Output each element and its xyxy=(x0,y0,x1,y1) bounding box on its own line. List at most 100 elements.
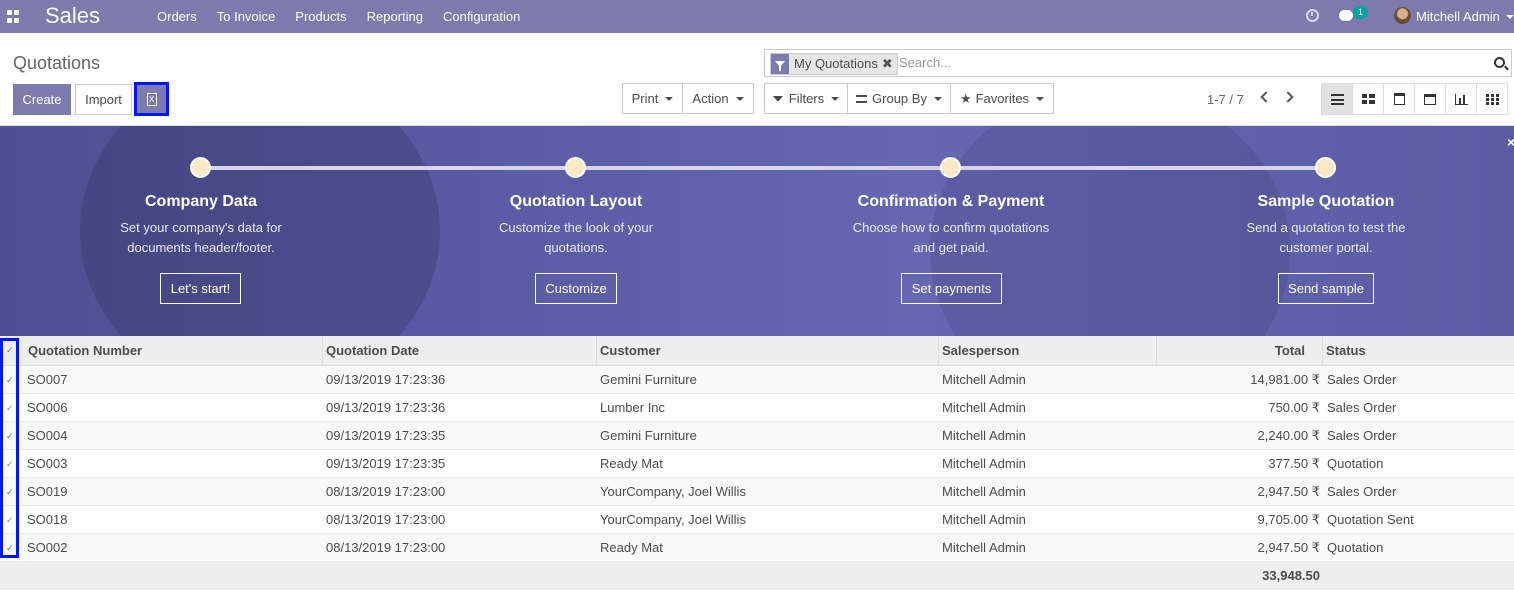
menu-item-products[interactable]: Products xyxy=(295,9,346,24)
step-dot xyxy=(565,157,586,178)
search-facet: My Quotations ✖ xyxy=(770,53,898,75)
cell-quotation-number: SO006 xyxy=(27,400,68,415)
app-brand[interactable]: Sales xyxy=(45,3,100,29)
cell-customer: Lumber Inc xyxy=(600,400,666,415)
cell-total: 2,947.50 ₹ xyxy=(1257,484,1321,499)
menu-item-to-invoice[interactable]: To Invoice xyxy=(217,9,276,24)
cell-total: 2,947.50 ₹ xyxy=(1257,540,1321,555)
bars-icon xyxy=(856,94,868,103)
cell-status: Quotation Sent xyxy=(1327,512,1414,527)
sum-total: 33,948.50 xyxy=(1262,568,1320,583)
excel-file-icon: X xyxy=(146,92,157,106)
kanban-view-button[interactable] xyxy=(1352,83,1384,115)
cell-quotation-number: SO003 xyxy=(27,456,68,471)
chevron-left-icon[interactable] xyxy=(1260,91,1272,103)
chat-icon[interactable] xyxy=(1339,10,1353,21)
export-xls-button[interactable]: X xyxy=(137,85,166,113)
graph-view-button[interactable] xyxy=(1445,83,1477,115)
pager-value[interactable]: 1-7 / 7 xyxy=(1207,92,1244,107)
chevron-down-icon[interactable] xyxy=(1506,15,1514,19)
calendar-icon xyxy=(1393,93,1405,105)
cell-salesperson: Mitchell Admin xyxy=(942,456,1026,471)
facet-label: My Quotations xyxy=(794,56,878,71)
table-footer: 33,948.50 xyxy=(0,562,1514,590)
print-dropdown[interactable]: Print xyxy=(622,83,683,114)
table-row[interactable]: ✓ SO002 08/13/2019 17:23:00 Ready Mat Mi… xyxy=(0,534,1514,562)
table-header: ✓ Quotation Number Quotation Date Custom… xyxy=(0,336,1514,366)
table-row[interactable]: ✓ SO003 09/13/2019 17:23:35 Ready Mat Mi… xyxy=(0,450,1514,478)
chevron-down-icon xyxy=(665,96,674,101)
create-button[interactable]: Create xyxy=(13,84,71,115)
cell-customer: YourCompany, Joel Willis xyxy=(600,484,746,499)
menu-item-configuration[interactable]: Configuration xyxy=(443,9,520,24)
column-header-total[interactable]: Total xyxy=(1156,336,1323,366)
step-dot xyxy=(190,157,211,178)
clock-icon[interactable] xyxy=(1306,9,1319,22)
chevron-down-icon xyxy=(1036,96,1045,101)
search-input[interactable] xyxy=(899,55,1479,70)
close-icon[interactable]: ✖ xyxy=(882,54,897,74)
column-header-salesperson[interactable]: Salesperson xyxy=(938,336,1157,366)
cell-quotation-number: SO002 xyxy=(27,540,68,555)
cell-status: Quotation xyxy=(1327,456,1384,471)
search-icon[interactable] xyxy=(1494,57,1505,68)
cell-status: Sales Order xyxy=(1327,484,1397,499)
filters-dropdown[interactable]: Filters xyxy=(764,83,848,114)
star-icon: ★ xyxy=(959,90,972,106)
step-description: Customize the look of your quotations. xyxy=(499,220,653,255)
menu-item-reporting[interactable]: Reporting xyxy=(367,9,423,24)
grid-icon xyxy=(1485,93,1499,105)
control-panel: Quotations Create Import X Print Action … xyxy=(0,38,1514,126)
calendar-view-button[interactable] xyxy=(1383,83,1415,115)
send-sample-button[interactable]: Send sample xyxy=(1278,273,1374,304)
groupby-dropdown[interactable]: Group By xyxy=(847,83,951,114)
cell-salesperson: Mitchell Admin xyxy=(942,512,1026,527)
avatar[interactable] xyxy=(1394,7,1411,24)
cell-quotation-date: 09/13/2019 17:23:36 xyxy=(326,400,446,415)
cell-customer: YourCompany, Joel Willis xyxy=(600,512,746,527)
import-button[interactable]: Import xyxy=(75,84,132,115)
favorites-dropdown[interactable]: ★ Favorites xyxy=(950,83,1054,114)
step-description: Send a quotation to test the customer por… xyxy=(1246,220,1406,255)
cell-customer: Ready Mat xyxy=(600,540,663,555)
close-icon[interactable]: × xyxy=(1507,134,1514,150)
print-label: Print xyxy=(631,91,659,106)
view-switcher xyxy=(1321,83,1508,115)
lets-start-button[interactable]: Let's start! xyxy=(160,273,241,304)
page-title: Quotations xyxy=(13,53,101,73)
table-row[interactable]: ✓ SO019 08/13/2019 17:23:00 YourCompany,… xyxy=(0,478,1514,506)
column-header-status[interactable]: Status xyxy=(1322,336,1514,366)
step-dot xyxy=(1315,157,1336,178)
cell-salesperson: Mitchell Admin xyxy=(942,484,1026,499)
cell-quotation-number: SO004 xyxy=(27,428,68,443)
apps-menu-icon[interactable] xyxy=(7,10,20,23)
menu-item-orders[interactable]: Orders xyxy=(157,9,197,24)
list-icon xyxy=(1330,93,1344,105)
chevron-right-icon[interactable] xyxy=(1282,91,1294,103)
step-title: Confirmation & Payment xyxy=(857,193,1045,210)
cell-total: 750.00 ₹ xyxy=(1268,400,1320,415)
customize-button[interactable]: Customize xyxy=(535,273,617,304)
cell-total: 14,981.00 ₹ xyxy=(1250,372,1320,387)
cell-quotation-date: 09/13/2019 17:23:35 xyxy=(326,456,446,471)
column-header-quotation-date[interactable]: Quotation Date xyxy=(322,336,597,366)
user-menu-name[interactable]: Mitchell Admin xyxy=(1416,9,1500,24)
cell-total: 2,240.00 ₹ xyxy=(1257,428,1321,443)
set-payments-button[interactable]: Set payments xyxy=(901,273,1002,304)
list-view-button[interactable] xyxy=(1321,83,1353,115)
grid-view-button[interactable] xyxy=(1476,83,1508,115)
column-header-quotation-number[interactable]: Quotation Number xyxy=(24,336,323,366)
table-row[interactable]: ✓ SO006 09/13/2019 17:23:36 Lumber Inc M… xyxy=(0,394,1514,422)
table-row[interactable]: ✓ SO018 08/13/2019 17:23:00 YourCompany,… xyxy=(0,506,1514,534)
bar-chart-icon xyxy=(1454,93,1468,105)
cell-quotation-date: 08/13/2019 17:23:00 xyxy=(326,540,446,555)
pivot-view-button[interactable] xyxy=(1414,83,1446,115)
column-header-customer[interactable]: Customer xyxy=(596,336,939,366)
table-row[interactable]: ✓ SO004 09/13/2019 17:23:35 Gemini Furni… xyxy=(0,422,1514,450)
cell-customer: Ready Mat xyxy=(600,456,663,471)
chevron-down-icon xyxy=(933,96,942,101)
step-title: Quotation Layout xyxy=(509,193,643,210)
action-dropdown[interactable]: Action xyxy=(682,83,754,114)
table-row[interactable]: ✓ SO007 09/13/2019 17:23:36 Gemini Furni… xyxy=(0,366,1514,394)
cell-total: 377.50 ₹ xyxy=(1268,456,1320,471)
